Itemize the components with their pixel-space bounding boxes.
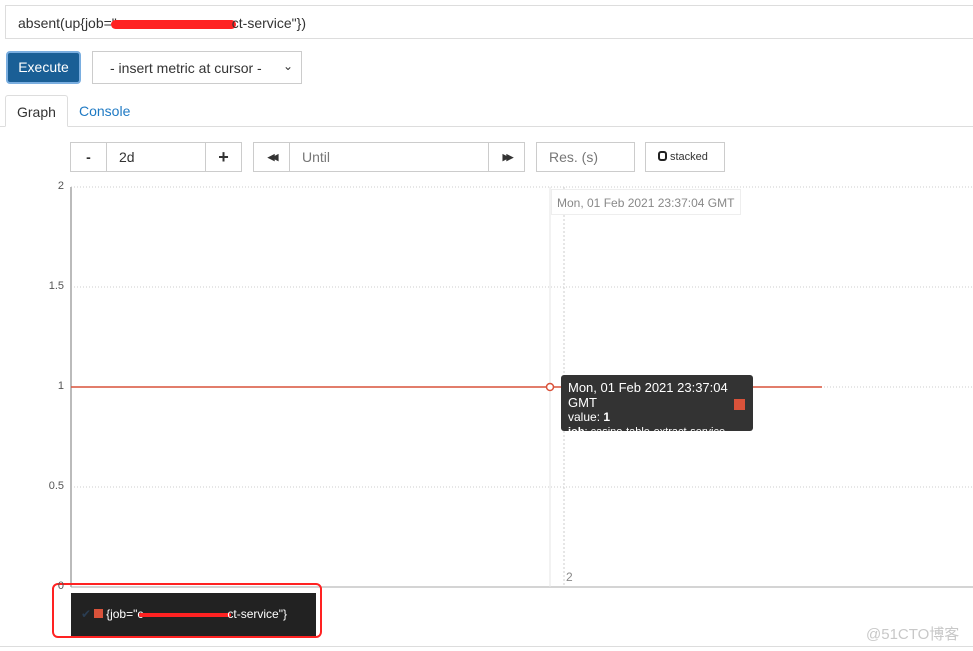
footer-divider [0,646,973,647]
graph-chart[interactable] [0,180,973,595]
tooltip-value-label: value: [568,410,604,424]
y-tick-label: 1 [57,380,64,392]
tooltip-job-value: : casino-table-extract-service [584,426,726,438]
execute-button[interactable]: Execute [6,51,81,84]
query-text-suffix: ct-service"}) [231,15,306,31]
tooltip-job-key: job [568,426,585,438]
redaction-mark [110,19,236,29]
select-value: - insert metric at cursor - [110,60,262,76]
query-text-prefix: absent(up{job=" [18,15,117,31]
stacked-toggle[interactable]: stacked [645,142,725,172]
series-color-swatch [734,399,745,410]
tab-graph[interactable]: Graph [5,95,68,127]
hover-time-label: Mon, 01 Feb 2021 23:37:04 GMT [551,189,741,215]
x-tick-label: 2 [566,570,573,584]
hover-point [545,382,555,392]
y-tick-label: 2 [57,180,64,192]
until-input[interactable]: Until [289,142,489,172]
resolution-input[interactable]: Res. (s) [536,142,635,172]
highlight-annotation [52,583,322,638]
stacked-icon [658,151,667,161]
time-back-button[interactable]: ◀◀ [253,142,290,172]
insert-metric-select[interactable]: - insert metric at cursor - ⌄ [92,51,302,84]
y-tick-label: 1.5 [48,280,64,292]
range-increase-button[interactable]: + [205,142,242,172]
y-tick-label: 0.5 [48,480,64,492]
chevron-down-icon: ⌄ [282,59,293,73]
tab-console[interactable]: Console [68,95,141,127]
tab-divider [0,126,973,127]
stacked-label: stacked [670,151,708,163]
range-input[interactable]: 2d [106,142,206,172]
y-tick-label: 0 [57,580,64,592]
range-decrease-button[interactable]: - [70,142,107,172]
query-input[interactable]: absent(up{job=" ct-service"}) [5,5,973,39]
time-forward-button[interactable]: ▶▶ [488,142,525,172]
watermark: @51CTO博客 [866,626,960,643]
tooltip-value: 1 [603,410,611,424]
data-tooltip: Mon, 01 Feb 2021 23:37:04 GMT value: 1 j… [561,375,753,438]
tooltip-time: Mon, 01 Feb 2021 23:37:04 GMT [568,380,728,410]
